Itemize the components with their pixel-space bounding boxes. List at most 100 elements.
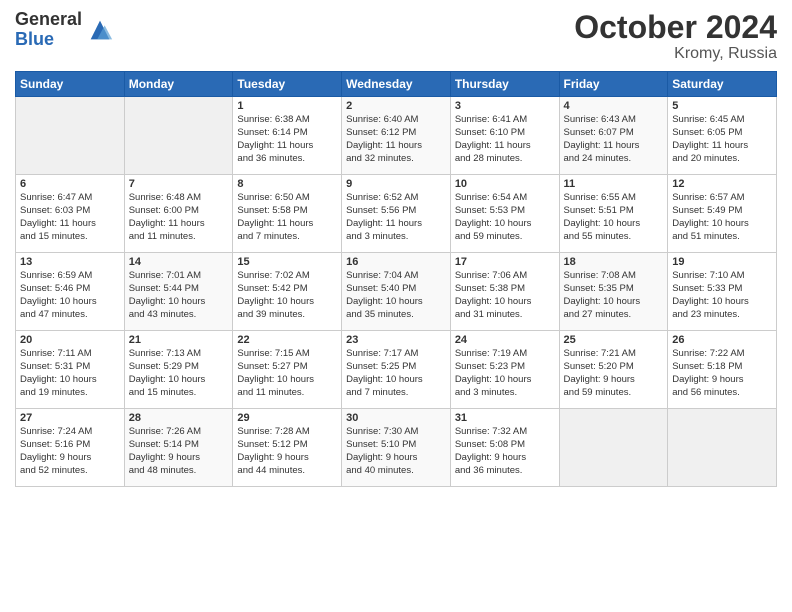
day-cell: 17 Sunrise: 7:06 AM Sunset: 5:38 PM Dayli… bbox=[450, 253, 559, 331]
main-container: General Blue October 2024 Kromy, Russia … bbox=[0, 0, 792, 497]
day-info: Sunrise: 6:52 AM Sunset: 5:56 PM Dayligh… bbox=[346, 192, 446, 243]
day-number: 23 bbox=[346, 334, 446, 346]
day-cell bbox=[559, 409, 668, 487]
day-number: 28 bbox=[129, 412, 229, 424]
day-number: 1 bbox=[237, 100, 337, 112]
month-year-title: October 2024 bbox=[574, 10, 777, 45]
day-number: 3 bbox=[455, 100, 555, 112]
day-cell: 2Sunrise: 6:40 AM Sunset: 6:12 PM Daylig… bbox=[342, 97, 451, 175]
day-cell: 5Sunrise: 6:45 AM Sunset: 6:05 PM Daylig… bbox=[668, 97, 777, 175]
day-number: 10 bbox=[455, 178, 555, 190]
day-cell: 28 Sunrise: 7:26 AM Sunset: 5:14 PM Dayli… bbox=[124, 409, 233, 487]
day-cell: 30Sunrise: 7:30 AM Sunset: 5:10 PM Dayli… bbox=[342, 409, 451, 487]
day-info: Sunrise: 6:59 AM Sunset: 5:46 PM Dayligh… bbox=[20, 270, 120, 321]
day-info: Sunrise: 7:02 AM Sunset: 5:42 PM Dayligh… bbox=[237, 270, 337, 321]
day-cell: 1 Sunrise: 6:38 AM Sunset: 6:14 PM Daylig… bbox=[233, 97, 342, 175]
day-info: Sunrise: 7:01 AM Sunset: 5:44 PM Dayligh… bbox=[129, 270, 229, 321]
day-cell: 4 Sunrise: 6:43 AM Sunset: 6:07 PM Daylig… bbox=[559, 97, 668, 175]
day-info: Sunrise: 7:30 AM Sunset: 5:10 PM Dayligh… bbox=[346, 426, 446, 477]
day-info: Sunrise: 6:43 AM Sunset: 6:07 PM Dayligh… bbox=[564, 114, 664, 165]
day-info: Sunrise: 6:41 AM Sunset: 6:10 PM Dayligh… bbox=[455, 114, 555, 165]
day-info: Sunrise: 7:10 AM Sunset: 5:33 PM Dayligh… bbox=[672, 270, 772, 321]
week-row-3: 13 Sunrise: 6:59 AM Sunset: 5:46 PM Dayli… bbox=[16, 253, 777, 331]
day-info: Sunrise: 7:11 AM Sunset: 5:31 PM Dayligh… bbox=[20, 348, 120, 399]
day-cell: 8 Sunrise: 6:50 AM Sunset: 5:58 PM Daylig… bbox=[233, 175, 342, 253]
day-cell: 9Sunrise: 6:52 AM Sunset: 5:56 PM Daylig… bbox=[342, 175, 451, 253]
day-info: Sunrise: 7:06 AM Sunset: 5:38 PM Dayligh… bbox=[455, 270, 555, 321]
day-number: 20 bbox=[20, 334, 120, 346]
day-info: Sunrise: 6:57 AM Sunset: 5:49 PM Dayligh… bbox=[672, 192, 772, 243]
day-info: Sunrise: 7:26 AM Sunset: 5:14 PM Dayligh… bbox=[129, 426, 229, 477]
day-number: 12 bbox=[672, 178, 772, 190]
col-friday: Friday bbox=[559, 72, 668, 97]
header-row: Sunday Monday Tuesday Wednesday Thursday… bbox=[16, 72, 777, 97]
day-info: Sunrise: 6:48 AM Sunset: 6:00 PM Dayligh… bbox=[129, 192, 229, 243]
day-number: 17 bbox=[455, 256, 555, 268]
col-tuesday: Tuesday bbox=[233, 72, 342, 97]
day-info: Sunrise: 6:54 AM Sunset: 5:53 PM Dayligh… bbox=[455, 192, 555, 243]
day-number: 13 bbox=[20, 256, 120, 268]
col-thursday: Thursday bbox=[450, 72, 559, 97]
day-info: Sunrise: 6:47 AM Sunset: 6:03 PM Dayligh… bbox=[20, 192, 120, 243]
logo-general-text: General bbox=[15, 10, 82, 30]
day-number: 29 bbox=[237, 412, 337, 424]
day-info: Sunrise: 7:08 AM Sunset: 5:35 PM Dayligh… bbox=[564, 270, 664, 321]
day-cell: 22 Sunrise: 7:15 AM Sunset: 5:27 PM Dayli… bbox=[233, 331, 342, 409]
day-cell: 10 Sunrise: 6:54 AM Sunset: 5:53 PM Dayli… bbox=[450, 175, 559, 253]
day-number: 31 bbox=[455, 412, 555, 424]
day-cell: 12 Sunrise: 6:57 AM Sunset: 5:49 PM Dayli… bbox=[668, 175, 777, 253]
day-cell: 31 Sunrise: 7:32 AM Sunset: 5:08 PM Dayli… bbox=[450, 409, 559, 487]
day-info: Sunrise: 6:50 AM Sunset: 5:58 PM Dayligh… bbox=[237, 192, 337, 243]
day-number: 22 bbox=[237, 334, 337, 346]
day-info: Sunrise: 7:17 AM Sunset: 5:25 PM Dayligh… bbox=[346, 348, 446, 399]
day-cell: 19Sunrise: 7:10 AM Sunset: 5:33 PM Dayli… bbox=[668, 253, 777, 331]
logo-blue-text: Blue bbox=[15, 30, 82, 50]
day-number: 27 bbox=[20, 412, 120, 424]
day-cell bbox=[668, 409, 777, 487]
day-cell: 21 Sunrise: 7:13 AM Sunset: 5:29 PM Dayli… bbox=[124, 331, 233, 409]
day-number: 15 bbox=[237, 256, 337, 268]
day-info: Sunrise: 7:04 AM Sunset: 5:40 PM Dayligh… bbox=[346, 270, 446, 321]
col-monday: Monday bbox=[124, 72, 233, 97]
day-number: 4 bbox=[564, 100, 664, 112]
day-number: 25 bbox=[564, 334, 664, 346]
day-number: 26 bbox=[672, 334, 772, 346]
location-subtitle: Kromy, Russia bbox=[574, 45, 777, 63]
logo-icon bbox=[86, 16, 114, 44]
day-cell: 18 Sunrise: 7:08 AM Sunset: 5:35 PM Dayli… bbox=[559, 253, 668, 331]
day-cell: 25 Sunrise: 7:21 AM Sunset: 5:20 PM Dayli… bbox=[559, 331, 668, 409]
day-cell bbox=[16, 97, 125, 175]
day-number: 21 bbox=[129, 334, 229, 346]
day-number: 24 bbox=[455, 334, 555, 346]
day-number: 8 bbox=[237, 178, 337, 190]
col-saturday: Saturday bbox=[668, 72, 777, 97]
day-cell: 24Sunrise: 7:19 AM Sunset: 5:23 PM Dayli… bbox=[450, 331, 559, 409]
day-cell: 14 Sunrise: 7:01 AM Sunset: 5:44 PM Dayli… bbox=[124, 253, 233, 331]
day-cell: 3 Sunrise: 6:41 AM Sunset: 6:10 PM Daylig… bbox=[450, 97, 559, 175]
day-cell: 7Sunrise: 6:48 AM Sunset: 6:00 PM Daylig… bbox=[124, 175, 233, 253]
day-cell: 11Sunrise: 6:55 AM Sunset: 5:51 PM Dayli… bbox=[559, 175, 668, 253]
header: General Blue October 2024 Kromy, Russia bbox=[15, 10, 777, 63]
col-sunday: Sunday bbox=[16, 72, 125, 97]
day-number: 6 bbox=[20, 178, 120, 190]
day-info: Sunrise: 7:15 AM Sunset: 5:27 PM Dayligh… bbox=[237, 348, 337, 399]
logo: General Blue bbox=[15, 10, 114, 50]
day-info: Sunrise: 7:24 AM Sunset: 5:16 PM Dayligh… bbox=[20, 426, 120, 477]
day-info: Sunrise: 7:32 AM Sunset: 5:08 PM Dayligh… bbox=[455, 426, 555, 477]
day-cell: 16Sunrise: 7:04 AM Sunset: 5:40 PM Dayli… bbox=[342, 253, 451, 331]
day-cell: 15 Sunrise: 7:02 AM Sunset: 5:42 PM Dayli… bbox=[233, 253, 342, 331]
day-info: Sunrise: 6:40 AM Sunset: 6:12 PM Dayligh… bbox=[346, 114, 446, 165]
day-info: Sunrise: 7:28 AM Sunset: 5:12 PM Dayligh… bbox=[237, 426, 337, 477]
day-cell: 27 Sunrise: 7:24 AM Sunset: 5:16 PM Dayli… bbox=[16, 409, 125, 487]
day-info: Sunrise: 7:21 AM Sunset: 5:20 PM Dayligh… bbox=[564, 348, 664, 399]
day-number: 14 bbox=[129, 256, 229, 268]
day-number: 11 bbox=[564, 178, 664, 190]
day-info: Sunrise: 6:38 AM Sunset: 6:14 PM Dayligh… bbox=[237, 114, 337, 165]
day-cell: 6 Sunrise: 6:47 AM Sunset: 6:03 PM Daylig… bbox=[16, 175, 125, 253]
week-row-5: 27 Sunrise: 7:24 AM Sunset: 5:16 PM Dayli… bbox=[16, 409, 777, 487]
day-cell: 23 Sunrise: 7:17 AM Sunset: 5:25 PM Dayli… bbox=[342, 331, 451, 409]
title-block: October 2024 Kromy, Russia bbox=[574, 10, 777, 63]
day-number: 18 bbox=[564, 256, 664, 268]
day-cell: 13 Sunrise: 6:59 AM Sunset: 5:46 PM Dayli… bbox=[16, 253, 125, 331]
day-info: Sunrise: 7:13 AM Sunset: 5:29 PM Dayligh… bbox=[129, 348, 229, 399]
